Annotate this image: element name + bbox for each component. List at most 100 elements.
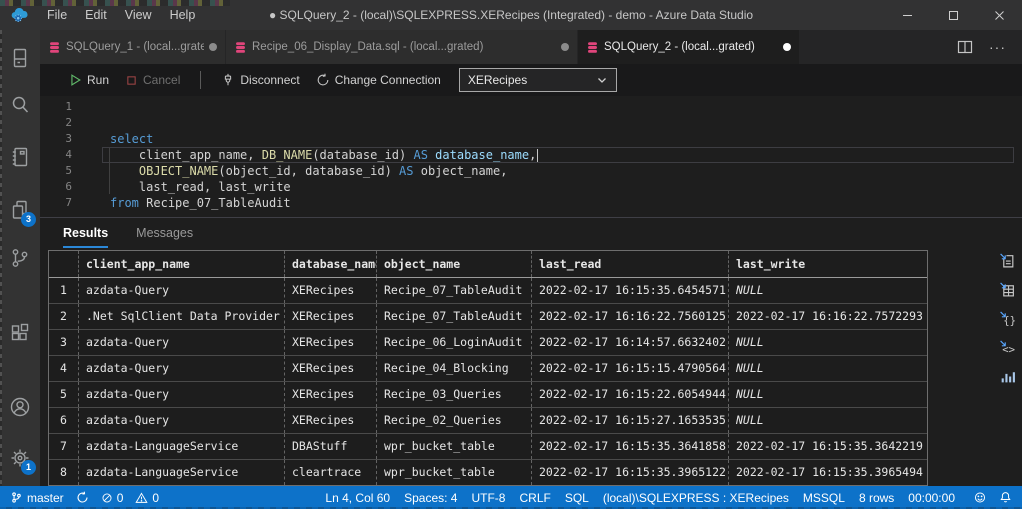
table-cell: NULL xyxy=(729,278,927,303)
table-cell: XERecipes xyxy=(285,304,377,329)
minimize-button[interactable] xyxy=(884,0,930,30)
status-item-9[interactable]: 00:00:00 xyxy=(908,491,955,505)
notifications-button[interactable] xyxy=(999,491,1012,504)
save-as-csv-button[interactable] xyxy=(998,252,1016,269)
status-item-4[interactable]: CRLF xyxy=(519,491,550,505)
grid-header-cell[interactable]: client_app_name xyxy=(79,251,285,277)
status-item-8[interactable]: 8 rows xyxy=(859,491,894,505)
tab-results[interactable]: Results xyxy=(63,226,108,248)
status-item-2[interactable]: Spaces: 4 xyxy=(404,491,457,505)
code-text xyxy=(72,99,110,115)
status-item-6[interactable]: (local)\SQLEXPRESS : XERecipes xyxy=(603,491,789,505)
grid-header-cell[interactable]: last_write xyxy=(729,251,927,277)
more-actions-button[interactable]: ··· xyxy=(989,42,1006,52)
modified-dot[interactable] xyxy=(209,43,217,51)
table-cell: 2022-02-17 16:15:15.4790564 xyxy=(532,356,729,381)
cancel-label: Cancel xyxy=(143,73,180,87)
cancel-button[interactable]: Cancel xyxy=(117,68,188,92)
tab-messages[interactable]: Messages xyxy=(136,226,193,248)
app-logo-icon xyxy=(10,5,30,25)
window-title: ● SQLQuery_2 - (local)\SQLEXPRESS.XEReci… xyxy=(269,8,753,22)
activity-explorer[interactable]: 3 xyxy=(0,190,40,230)
error-icon xyxy=(101,492,113,504)
disconnect-button[interactable]: Disconnect xyxy=(213,68,307,92)
code-editor[interactable]: 123select4 client_app_name, DB_NAME(data… xyxy=(40,96,1022,217)
editor-tab-2[interactable]: Recipe_06_Display_Data.sql - (local...gr… xyxy=(226,30,578,64)
activity-source-control[interactable] xyxy=(0,238,40,278)
grid-header-cell[interactable]: last_read xyxy=(532,251,729,277)
row-number-cell: 7 xyxy=(49,434,79,459)
table-row[interactable]: 8azdata-LanguageServicecleartracewpr_buc… xyxy=(49,460,927,485)
problems-item[interactable]: 0 0 xyxy=(101,491,159,505)
bell-icon xyxy=(999,491,1012,504)
editor-tab-1[interactable]: SQLQuery_1 - (local...grated) xyxy=(40,30,226,64)
table-row[interactable]: 4azdata-QueryXERecipesRecipe_04_Blocking… xyxy=(49,356,927,382)
modified-dot[interactable] xyxy=(561,43,569,51)
change-connection-icon xyxy=(316,73,330,87)
code-text: select xyxy=(72,131,153,147)
disconnect-icon xyxy=(221,73,235,87)
activity-connections[interactable] xyxy=(0,38,40,78)
table-cell: 2022-02-17 16:15:35.3965494 xyxy=(729,460,927,485)
view-as-chart-button[interactable] xyxy=(998,368,1016,385)
capture-artifact-top xyxy=(0,0,230,6)
activity-bar: 3 1 xyxy=(0,30,40,486)
maximize-button[interactable] xyxy=(930,0,976,30)
text-cursor xyxy=(537,149,538,162)
save-as-json-button[interactable]: {} xyxy=(998,310,1016,327)
activity-account[interactable] xyxy=(0,387,40,427)
row-number-cell: 3 xyxy=(49,330,79,355)
tabs-strip: SQLQuery_1 - (local...grated)Recipe_06_D… xyxy=(40,30,800,64)
table-cell: NULL xyxy=(729,356,927,381)
activity-settings[interactable]: 1 xyxy=(0,438,40,478)
table-row[interactable]: 2.Net SqlClient Data ProviderXERecipesRe… xyxy=(49,304,927,330)
table-cell: Recipe_06_LoginAudit xyxy=(377,330,532,355)
branch-name: master xyxy=(27,491,64,505)
table-cell: azdata-Query xyxy=(79,330,285,355)
table-row[interactable]: 7azdata-LanguageServiceDBAStuffwpr_bucke… xyxy=(49,434,927,460)
database-icon xyxy=(48,41,61,54)
close-button[interactable] xyxy=(976,0,1022,30)
split-editor-button[interactable] xyxy=(957,39,973,55)
save-as-excel-button[interactable] xyxy=(998,281,1016,298)
table-cell: Recipe_02_Queries xyxy=(377,408,532,433)
editor-tab-3[interactable]: SQLQuery_2 - (local...grated) xyxy=(578,30,800,64)
status-item-5[interactable]: SQL xyxy=(565,491,589,505)
table-cell: 2022-02-17 16:14:57.6632402 xyxy=(532,330,729,355)
database-selector-value: XERecipes xyxy=(468,73,527,87)
table-row[interactable]: 6azdata-QueryXERecipesRecipe_02_Queries2… xyxy=(49,408,927,434)
status-item-1[interactable]: Ln 4, Col 60 xyxy=(325,491,390,505)
status-right-items: Ln 4, Col 60 Spaces: 4 UTF-8 CRLF SQL (local)… xyxy=(325,491,955,505)
row-number-cell: 1 xyxy=(49,278,79,303)
code-line: 4 client_app_name, DB_NAME(database_id) … xyxy=(40,147,1022,163)
run-button[interactable]: Run xyxy=(60,68,117,92)
activity-extensions[interactable] xyxy=(0,313,40,353)
table-cell: XERecipes xyxy=(285,408,377,433)
table-cell: XERecipes xyxy=(285,278,377,303)
activity-notebooks[interactable] xyxy=(0,137,40,177)
database-icon xyxy=(234,41,247,54)
modified-dot[interactable] xyxy=(783,43,791,51)
results-panel: Results Messages client_app_namedatabase… xyxy=(40,217,1022,486)
select-all-cell[interactable] xyxy=(49,251,79,277)
grid-header-cell[interactable]: database_name xyxy=(285,251,377,277)
grid-header-cell[interactable]: object_name xyxy=(377,251,532,277)
account-icon xyxy=(8,395,32,419)
table-row[interactable]: 1azdata-QueryXERecipesRecipe_07_TableAud… xyxy=(49,278,927,304)
sync-button[interactable] xyxy=(76,491,89,504)
code-text: last_read, last_write xyxy=(72,179,291,195)
branch-item[interactable]: master xyxy=(10,491,64,505)
save-as-xml-button[interactable]: <> xyxy=(998,339,1016,356)
feedback-button[interactable] xyxy=(973,491,987,504)
activity-search[interactable] xyxy=(0,85,40,125)
status-item-3[interactable]: UTF-8 xyxy=(471,491,505,505)
status-item-7[interactable]: MSSQL xyxy=(803,491,845,505)
run-label: Run xyxy=(87,73,109,87)
table-cell: azdata-LanguageService xyxy=(79,434,285,459)
database-selector[interactable]: XERecipes xyxy=(459,68,617,92)
table-row[interactable]: 5azdata-QueryXERecipesRecipe_03_Queries2… xyxy=(49,382,927,408)
table-row[interactable]: 3azdata-QueryXERecipesRecipe_06_LoginAud… xyxy=(49,330,927,356)
table-cell: wpr_bucket_table xyxy=(377,434,532,459)
change-connection-button[interactable]: Change Connection xyxy=(308,68,449,92)
notebook-icon xyxy=(8,145,32,169)
